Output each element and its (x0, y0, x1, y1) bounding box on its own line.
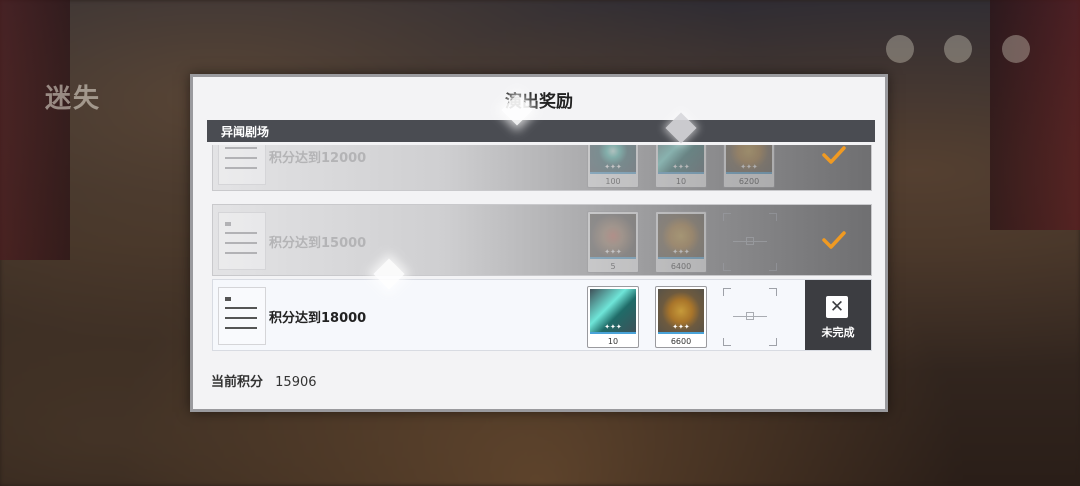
score-value: 15906 (275, 375, 317, 390)
item-count: 6600 (670, 337, 692, 346)
incomplete-status: ✕ 未完成 (805, 280, 871, 350)
item-count: 10 (607, 337, 619, 346)
score-label: 当前积分 (211, 375, 264, 390)
reward-threshold-label: 积分达到18000 (269, 311, 367, 326)
top-icon-bar (886, 35, 1030, 63)
item-count: 10 (675, 177, 687, 186)
menu-icon (886, 35, 914, 63)
reward-item[interactable]: ✦✦✦ 6400 (655, 211, 707, 273)
current-score: 当前积分 15906 (211, 371, 317, 390)
document-icon (218, 287, 266, 345)
status-text: 未完成 (821, 326, 855, 339)
checkmark-icon (822, 231, 846, 249)
background-title: 迷失 (45, 84, 102, 114)
menu-icon (944, 35, 972, 63)
dialog-title: 演出奖励 (505, 92, 573, 112)
reward-threshold-label: 积分达到15000 (269, 236, 367, 251)
checkmark-icon (822, 146, 846, 164)
item-count: 6200 (738, 177, 760, 186)
document-icon (218, 212, 266, 270)
empty-reward-slot (723, 288, 777, 346)
section-header: 异闻剧场 (207, 120, 875, 142)
reward-threshold-label: 积分达到12000 (269, 151, 367, 166)
item-count: 6400 (670, 262, 692, 271)
reward-row: 积分达到15000 ✦✦✦ 5 ✦✦✦ 6400 (212, 204, 872, 276)
reward-item[interactable]: ✦✦✦ 6200 (723, 145, 775, 188)
reward-list[interactable]: 积分达到12000 ✦✦✦ 100 ✦✦✦ 10 ✦✦✦ 6200 积分达到15… (212, 145, 872, 351)
close-icon: ✕ (826, 296, 848, 318)
reward-row: 积分达到12000 ✦✦✦ 100 ✦✦✦ 10 ✦✦✦ 6200 (212, 145, 872, 191)
menu-icon (1002, 35, 1030, 63)
item-count: 5 (610, 262, 616, 271)
reward-item[interactable]: ✦✦✦ 100 (587, 145, 639, 188)
reward-item[interactable]: ✦✦✦ 10 (587, 286, 639, 348)
document-icon (218, 145, 266, 185)
curtain-left (0, 0, 70, 260)
reward-row: 积分达到18000 ✦✦✦ 10 ✦✦✦ 6600 ✕ 未完成 (212, 279, 872, 351)
empty-reward-slot (723, 213, 777, 271)
reward-dialog: 演出奖励 异闻剧场 积分达到12000 ✦✦✦ 100 ✦✦✦ 10 ✦✦✦ 6… (190, 74, 888, 412)
reward-item[interactable]: ✦✦✦ 6600 (655, 286, 707, 348)
reward-item[interactable]: ✦✦✦ 10 (655, 145, 707, 188)
item-count: 100 (605, 177, 621, 186)
reward-item[interactable]: ✦✦✦ 5 (587, 211, 639, 273)
